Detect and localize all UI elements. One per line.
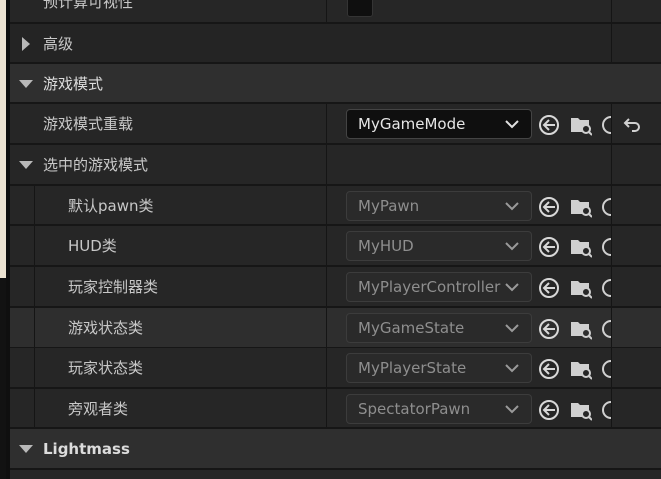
row-label: 玩家状态类 [68, 359, 144, 377]
folder-search-icon[interactable] [570, 114, 592, 136]
player-controller-dropdown[interactable]: MyPlayerController [346, 272, 532, 302]
folder-search-icon[interactable] [570, 399, 592, 421]
row-advanced[interactable]: 高级 [10, 24, 661, 64]
chevron-down-icon [505, 364, 519, 373]
row-default-pawn: 默认pawn类 MyPawn [10, 186, 661, 226]
row-spectator: 旁观者类 SpectatorPawn [10, 389, 661, 429]
row-game-state: 游戏状态类 MyGameState [10, 308, 661, 348]
dropdown-value: SpectatorPawn [358, 400, 471, 418]
row-label: 默认pawn类 [68, 197, 154, 215]
back-arrow-circle-icon[interactable] [538, 236, 560, 258]
game-state-dropdown[interactable]: MyGameState [346, 313, 532, 343]
player-state-dropdown[interactable]: MyPlayerState [346, 353, 532, 383]
row-player-controller: 玩家控制器类 MyPlayerController [10, 267, 661, 307]
row-precompute-visibility: 预计算可视性 [10, 0, 661, 22]
back-arrow-circle-icon[interactable] [538, 399, 560, 421]
dropdown-value: MyPlayerController [358, 278, 501, 296]
details-panel: 预计算可视性 高级 游戏模式 游戏模式重载 MyGameMode 选中的游戏模式 [10, 0, 661, 479]
folder-search-icon[interactable] [570, 358, 592, 380]
category-lightmass[interactable]: Lightmass [10, 429, 661, 469]
viewport-edge [0, 0, 10, 479]
row-hud: HUD类 MyHUD [10, 226, 661, 266]
dropdown-value: MyPlayerState [358, 359, 467, 377]
chevron-down-icon [505, 242, 519, 251]
dropdown-value: MyPawn [358, 197, 420, 215]
back-arrow-circle-icon[interactable] [538, 196, 560, 218]
row-label: 高级 [43, 35, 74, 53]
chevron-down-icon [505, 324, 519, 333]
collapse-arrow-icon[interactable] [19, 445, 33, 453]
folder-search-icon[interactable] [570, 277, 592, 299]
row-label: 选中的游戏模式 [43, 156, 149, 174]
dropdown-value: MyGameMode [358, 115, 466, 133]
row-label: 玩家控制器类 [68, 278, 159, 296]
row-label: HUD类 [68, 237, 117, 255]
dropdown-value: MyGameState [358, 319, 465, 337]
folder-search-icon[interactable] [570, 318, 592, 340]
back-arrow-circle-icon[interactable] [538, 318, 560, 340]
chevron-down-icon [505, 405, 519, 414]
expand-arrow-icon[interactable] [22, 37, 30, 51]
row-next [10, 470, 661, 479]
dropdown-value: MyHUD [358, 237, 414, 255]
chevron-down-icon [505, 202, 519, 211]
row-label: 旁观者类 [68, 400, 129, 418]
folder-search-icon[interactable] [570, 236, 592, 258]
chevron-down-icon [505, 120, 519, 129]
back-arrow-circle-icon[interactable] [538, 277, 560, 299]
row-label: 游戏状态类 [68, 319, 144, 337]
collapse-arrow-icon[interactable] [19, 80, 33, 88]
chevron-down-icon [505, 283, 519, 292]
back-arrow-circle-icon[interactable] [538, 358, 560, 380]
spectator-dropdown[interactable]: SpectatorPawn [346, 394, 532, 424]
reset-arrow-icon[interactable] [620, 114, 642, 136]
row-game-mode-override: 游戏模式重载 MyGameMode [10, 104, 661, 144]
hud-dropdown[interactable]: MyHUD [346, 231, 532, 261]
viewport-edge-dark [0, 278, 6, 479]
viewport-edge-light [0, 0, 6, 278]
category-label: 游戏模式 [43, 75, 104, 93]
row-player-state: 玩家状态类 MyPlayerState [10, 348, 661, 388]
precompute-visibility-checkbox[interactable] [347, 0, 373, 17]
row-label: 游戏模式重载 [43, 115, 134, 133]
back-arrow-circle-icon[interactable] [538, 114, 560, 136]
collapse-arrow-icon[interactable] [19, 161, 33, 169]
game-mode-override-dropdown[interactable]: MyGameMode [346, 109, 532, 139]
group-selected-game-mode[interactable]: 选中的游戏模式 [10, 145, 661, 185]
folder-search-icon[interactable] [570, 196, 592, 218]
row-label: 预计算可视性 [43, 0, 134, 11]
category-label: Lightmass [43, 440, 130, 458]
default-pawn-dropdown[interactable]: MyPawn [346, 191, 532, 221]
category-game-mode[interactable]: 游戏模式 [10, 64, 661, 104]
